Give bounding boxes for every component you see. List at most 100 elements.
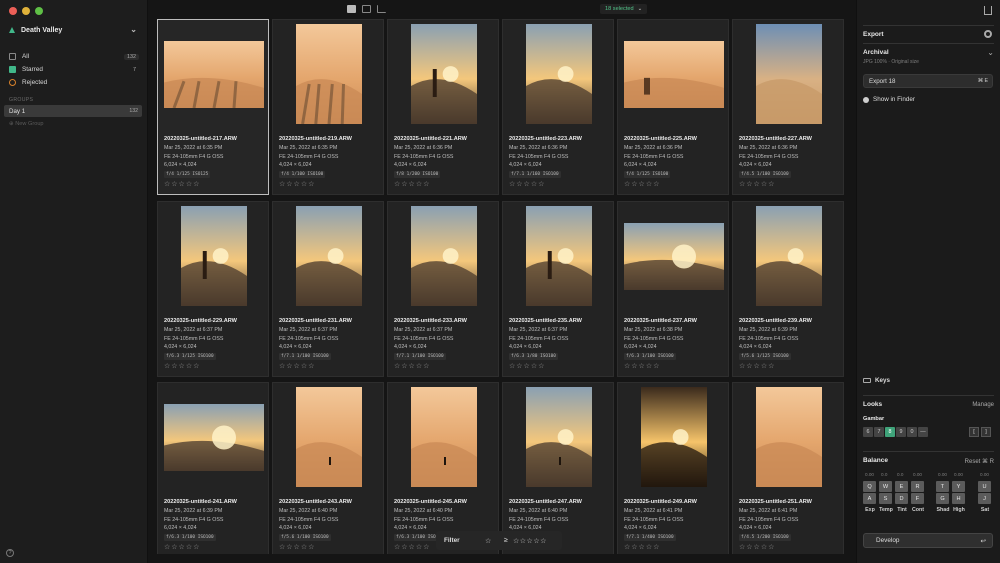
- photo-card[interactable]: 20220325-untitled-237.ARW Mar 25, 2022 at…: [617, 201, 729, 377]
- photo-thumbnail[interactable]: [756, 24, 822, 124]
- star-rating[interactable]: ☆☆☆☆☆: [624, 180, 660, 188]
- grid-view-icon[interactable]: [347, 5, 356, 13]
- photo-thumbnail[interactable]: [411, 206, 477, 306]
- photo-thumbnail[interactable]: [526, 24, 592, 124]
- photo-card[interactable]: 20220325-untitled-239.ARW Mar 25, 2022 at…: [732, 201, 844, 377]
- photo-thumbnail[interactable]: [411, 387, 477, 487]
- photo-card[interactable]: 20220325-untitled-225.ARW Mar 25, 2022 at…: [617, 19, 729, 195]
- sidebar-item-starred[interactable]: Starred 7: [4, 63, 143, 76]
- export-button[interactable]: Export 18 ⌘ E: [863, 74, 993, 88]
- sidebar-item-rejected[interactable]: Rejected: [4, 76, 143, 89]
- star-rating[interactable]: ☆☆☆☆☆: [509, 362, 545, 370]
- previous-look-key[interactable]: [: [969, 427, 979, 437]
- photo-card[interactable]: 20220325-untitled-247.ARW Mar 25, 2022 at…: [502, 382, 614, 554]
- photo-card[interactable]: 20220325-untitled-249.ARW Mar 25, 2022 at…: [617, 382, 729, 554]
- star-filter-icon[interactable]: ☆: [485, 537, 491, 545]
- next-look-key[interactable]: ]: [981, 427, 991, 437]
- show-in-finder-button[interactable]: Show in Finder: [863, 96, 915, 103]
- photo-thumbnail[interactable]: [756, 206, 822, 306]
- photo-card[interactable]: 20220325-untitled-231.ARW Mar 25, 2022 at…: [272, 201, 384, 377]
- look-key[interactable]: 0: [907, 427, 917, 437]
- balance-increase-key[interactable]: Q: [863, 481, 876, 492]
- photo-card[interactable]: 20220325-untitled-227.ARW Mar 25, 2022 at…: [732, 19, 844, 195]
- photo-card[interactable]: 20220325-untitled-235.ARW Mar 25, 2022 at…: [502, 201, 614, 377]
- photo-card[interactable]: 20220325-untitled-221.ARW Mar 25, 2022 at…: [387, 19, 499, 195]
- photo-thumbnail[interactable]: [411, 24, 477, 124]
- group-item-day-1[interactable]: Day 1 132: [4, 105, 142, 117]
- balance-decrease-key[interactable]: S: [879, 493, 892, 504]
- photo-thumbnail[interactable]: [296, 387, 362, 487]
- gear-icon[interactable]: [984, 30, 992, 38]
- photo-thumbnail[interactable]: [756, 387, 822, 487]
- star-rating[interactable]: ☆☆☆☆☆: [279, 362, 315, 370]
- selection-dropdown[interactable]: 18 selected ⌄: [600, 4, 648, 14]
- photo-thumbnail[interactable]: [164, 404, 264, 471]
- star-rating[interactable]: ☆☆☆☆☆: [624, 543, 660, 551]
- look-key[interactable]: —: [918, 427, 928, 437]
- balance-decrease-key[interactable]: J: [978, 493, 991, 504]
- zoom-window-button[interactable]: [35, 7, 43, 15]
- photo-card[interactable]: 20220325-untitled-243.ARW Mar 25, 2022 at…: [272, 382, 384, 554]
- photo-thumbnail[interactable]: [164, 41, 264, 108]
- photo-thumbnail[interactable]: [624, 41, 724, 108]
- photo-card[interactable]: 20220325-untitled-251.ARW Mar 25, 2022 at…: [732, 382, 844, 554]
- balance-increase-key[interactable]: Y: [952, 481, 965, 492]
- star-rating[interactable]: ☆☆☆☆☆: [164, 180, 200, 188]
- photo-thumbnail[interactable]: [181, 206, 247, 306]
- balance-decrease-key[interactable]: D: [895, 493, 908, 504]
- photo-card[interactable]: 20220325-untitled-217.ARW Mar 25, 2022 at…: [157, 19, 269, 195]
- keys-toggle[interactable]: Keys: [863, 377, 890, 384]
- photo-card[interactable]: 20220325-untitled-233.ARW Mar 25, 2022 at…: [387, 201, 499, 377]
- look-key[interactable]: 9: [896, 427, 906, 437]
- look-key-active[interactable]: 8: [885, 427, 895, 437]
- balance-increase-key[interactable]: W: [879, 481, 892, 492]
- star-rating[interactable]: ☆☆☆☆☆: [394, 543, 430, 551]
- library-selector[interactable]: Death Valley ⌄: [8, 24, 139, 36]
- balance-decrease-key[interactable]: F: [911, 493, 924, 504]
- photo-card[interactable]: 20220325-untitled-223.ARW Mar 25, 2022 at…: [502, 19, 614, 195]
- manage-button[interactable]: Manage: [972, 402, 994, 408]
- close-window-button[interactable]: [9, 7, 17, 15]
- share-icon[interactable]: [984, 6, 992, 15]
- look-key[interactable]: 7: [874, 427, 884, 437]
- star-rating[interactable]: ☆☆☆☆☆: [279, 180, 315, 188]
- balance-increase-key[interactable]: T: [936, 481, 949, 492]
- photo-card[interactable]: 20220325-untitled-229.ARW Mar 25, 2022 at…: [157, 201, 269, 377]
- balance-increase-key[interactable]: E: [895, 481, 908, 492]
- photo-thumbnail[interactable]: [624, 223, 724, 290]
- star-rating[interactable]: ☆☆☆☆☆: [739, 543, 775, 551]
- sidebar-item-all[interactable]: All 132: [4, 50, 143, 63]
- rating-filter[interactable]: ☆☆☆☆☆: [513, 537, 547, 545]
- help-icon[interactable]: ?: [6, 549, 14, 557]
- list-view-icon[interactable]: [362, 5, 371, 13]
- photo-card[interactable]: 20220325-untitled-245.ARW Mar 25, 2022 at…: [387, 382, 499, 554]
- star-rating[interactable]: ☆☆☆☆☆: [394, 362, 430, 370]
- photo-thumbnail[interactable]: [526, 206, 592, 306]
- new-group-button[interactable]: ⊕ New Group: [9, 121, 44, 127]
- star-rating[interactable]: ☆☆☆☆☆: [739, 362, 775, 370]
- balance-decrease-key[interactable]: G: [936, 493, 949, 504]
- balance-increase-key[interactable]: R: [911, 481, 924, 492]
- star-rating[interactable]: ☆☆☆☆☆: [394, 180, 430, 188]
- chevron-down-icon[interactable]: ⌄: [987, 48, 994, 57]
- photo-thumbnail[interactable]: [296, 206, 362, 306]
- star-rating[interactable]: ☆☆☆☆☆: [164, 543, 200, 551]
- balance-decrease-key[interactable]: A: [863, 493, 876, 504]
- filter-operator[interactable]: ≥: [504, 537, 508, 544]
- chevron-down-icon[interactable]: ⌄: [130, 25, 137, 34]
- star-rating[interactable]: ☆☆☆☆☆: [164, 362, 200, 370]
- minimize-window-button[interactable]: [22, 7, 30, 15]
- develop-button[interactable]: Develop ↩: [863, 533, 993, 548]
- photo-card[interactable]: 20220325-untitled-241.ARW Mar 25, 2022 at…: [157, 382, 269, 554]
- look-key[interactable]: 6: [863, 427, 873, 437]
- star-rating[interactable]: ☆☆☆☆☆: [739, 180, 775, 188]
- star-rating[interactable]: ☆☆☆☆☆: [509, 180, 545, 188]
- balance-increase-key[interactable]: U: [978, 481, 991, 492]
- star-rating[interactable]: ☆☆☆☆☆: [279, 543, 315, 551]
- photo-thumbnail[interactable]: [296, 24, 362, 124]
- photo-thumbnail[interactable]: [526, 387, 592, 487]
- photo-thumbnail[interactable]: [641, 387, 707, 487]
- photo-card[interactable]: 20220325-untitled-219.ARW Mar 25, 2022 at…: [272, 19, 384, 195]
- balance-decrease-key[interactable]: H: [952, 493, 965, 504]
- crop-icon[interactable]: [377, 5, 386, 13]
